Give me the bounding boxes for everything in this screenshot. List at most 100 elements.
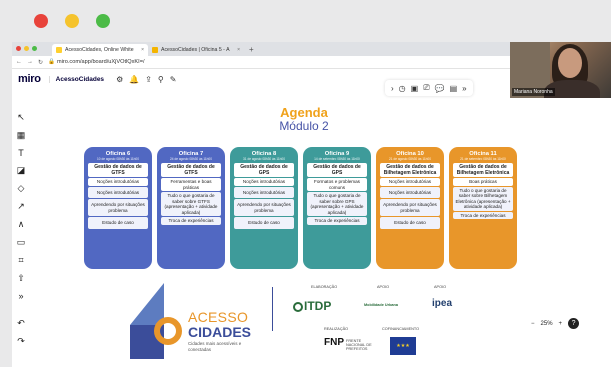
zoom-level[interactable]: 25% xyxy=(541,321,553,327)
card-item: Noções introdutórias xyxy=(380,178,440,186)
module-subtitle: Módulo 2 xyxy=(279,119,329,133)
settings-icon[interactable]: ⚙ xyxy=(116,75,123,84)
redo-icon[interactable]: ↷ xyxy=(17,336,25,347)
present-icon[interactable]: ⎚ xyxy=(423,83,429,93)
reload-icon[interactable]: ↻ xyxy=(38,59,43,66)
upload-icon[interactable]: ⇧ xyxy=(17,273,25,284)
card-topic: Gestão de dados de GPS xyxy=(307,163,367,177)
template-icon[interactable]: ▦ xyxy=(17,130,26,141)
minimize-window-button[interactable] xyxy=(65,14,79,28)
undo-icon[interactable]: ↶ xyxy=(17,318,25,329)
label-elaboracao: ELABORAÇÃO xyxy=(311,285,338,289)
browser-minimize-dot[interactable] xyxy=(24,46,29,51)
tab-oficina-5[interactable]: AcessoCidades | Oficina 5 - A × xyxy=(148,44,244,56)
agenda-card[interactable]: Oficina 11 21 de setembro 08h30 às 11h00 G… xyxy=(449,147,517,269)
card-item: Troca de experiências xyxy=(453,211,513,219)
card-item: Noções introdutórias xyxy=(88,186,148,198)
card-topic: Gestão de dados de GPS xyxy=(234,163,294,177)
card-topic: Gestão de dados de Bilhetagem Eletrônica xyxy=(453,163,513,177)
close-window-button[interactable] xyxy=(34,14,48,28)
card-date: 21 de setembro 08h30 às 11h00 xyxy=(460,157,506,161)
search-icon[interactable]: ⚲ xyxy=(158,75,164,84)
card-date: 10 de agosto 08h30 às 11h00 xyxy=(97,157,139,161)
acessocidades-logo: ACESSO CIDADES Cidades mais acessíveis e… xyxy=(128,283,263,361)
left-toolbar: ↖ ▦ T ◪ ◇ ↗ ∧ ▭ ⌗ ⇧ » ↶ ↷ xyxy=(14,112,28,347)
logo-divider xyxy=(272,287,273,331)
card-date: 21 de agosto 08h30 às 11h00 xyxy=(389,157,431,161)
select-cursor-icon[interactable]: ↖ xyxy=(17,112,25,123)
comment-icon[interactable]: 💬 xyxy=(435,84,445,93)
agenda-card[interactable]: Oficina 8 31 de agosto 08h30 às 11h00 Gest… xyxy=(230,147,298,269)
fnp-subtitle: FRENTE NACIONAL DE PREFEITOS xyxy=(346,339,372,351)
card-item: Estudo de caso xyxy=(380,217,440,229)
label-apoio-1: APOIO xyxy=(377,285,390,289)
notes-icon[interactable]: ▤ xyxy=(450,84,458,93)
card-date: 24 de agosto 08h30 às 11h00 xyxy=(170,157,212,161)
text-tool-icon[interactable]: T xyxy=(18,148,24,158)
card-item: Troca de experiências xyxy=(307,217,367,225)
zoom-out-button[interactable]: − xyxy=(531,321,535,327)
browser-maximize-dot[interactable] xyxy=(32,46,37,51)
eu-flag-icon: ★★★ xyxy=(390,337,416,355)
agenda-card[interactable]: Oficina 10 21 de agosto 08h30 às 11h00 Ges… xyxy=(376,147,444,269)
card-topic: Gestão de dados de GTFS xyxy=(88,163,148,177)
agenda-title: Agenda xyxy=(280,105,328,120)
new-tab-button[interactable]: + xyxy=(244,44,259,56)
board-frame-icon[interactable]: ▣ xyxy=(411,84,419,93)
agenda-card[interactable]: Oficina 6 10 de agosto 08h30 às 11h00 Gest… xyxy=(84,147,152,269)
browser-close-dot[interactable] xyxy=(16,46,21,51)
lock-icon: 🔒 xyxy=(48,59,55,65)
back-arrow-icon[interactable]: ← xyxy=(16,59,22,65)
miro-logo[interactable]: miro xyxy=(18,73,41,85)
share-upload-icon[interactable]: ⇪ xyxy=(145,75,152,84)
more-tools-icon[interactable]: » xyxy=(18,291,23,301)
tab-close-icon[interactable]: × xyxy=(237,47,240,53)
sticky-note-icon[interactable]: ◪ xyxy=(17,165,26,176)
card-item: Tudo o que gostaria de saber sobre GTFS … xyxy=(161,192,221,216)
card-topic: Gestão de dados de GTFS xyxy=(161,163,221,177)
card-item: Ferramentas e boas práticas xyxy=(161,178,221,191)
card-item: Noções introdutórias xyxy=(234,186,294,198)
pen-tool-icon[interactable]: ∧ xyxy=(18,219,25,230)
window-controls xyxy=(34,14,110,28)
url-field[interactable]: 🔒 miro.com/app/board/uXjVOtlQxKI=/ xyxy=(48,59,145,65)
board-name[interactable]: AcessoCidades xyxy=(48,75,104,83)
chevron-right-icon[interactable]: › xyxy=(391,84,394,93)
label-realizacao: REALIZAÇÃO xyxy=(324,327,349,331)
timer-icon[interactable]: ◷ xyxy=(399,84,406,93)
notification-bell-icon[interactable]: 🔔 xyxy=(129,75,139,84)
zoom-in-button[interactable]: + xyxy=(559,321,563,327)
card-item: Tudo o que gostaria de saber sobre Bilhe… xyxy=(453,186,513,211)
browser-window-controls xyxy=(16,46,37,51)
card-item: Estudo de caso xyxy=(234,217,294,229)
forward-arrow-icon[interactable]: → xyxy=(27,59,33,65)
tab-label: AcessoCidades | Oficina 5 - A xyxy=(161,47,230,53)
more-icon[interactable]: » xyxy=(462,84,466,93)
agenda-card[interactable]: Oficina 7 24 de agosto 08h30 às 11h00 Gest… xyxy=(157,147,225,269)
label-cofinanciamento: COFINANCIAMENTO xyxy=(382,327,420,331)
frame-tool-icon[interactable]: ⌗ xyxy=(18,255,23,266)
board-canvas[interactable]: Agenda Módulo 2 Oficina 6 10 de agosto 08… xyxy=(76,102,532,367)
comment-tool-icon[interactable]: ▭ xyxy=(17,237,26,248)
card-item: Tudo o que gostaria de saber sobre GPS (… xyxy=(307,192,367,216)
card-item: Noções introdutórias xyxy=(380,186,440,198)
card-item: Estudo de caso xyxy=(88,217,148,229)
mobilidade-logo: Mobilidade Urbana xyxy=(364,303,398,307)
help-icon[interactable]: ? xyxy=(568,318,580,329)
tab-acessocidades-board[interactable]: AcessoCidades, Online White × xyxy=(52,44,148,56)
shapes-icon[interactable]: ◇ xyxy=(18,183,25,194)
url-text: miro.com/app/board/uXjVOtlQxKI=/ xyxy=(57,59,145,65)
label-apoio-2: APOIO xyxy=(434,285,447,289)
magic-tool-icon[interactable]: ✎ xyxy=(170,75,177,84)
line-tool-icon[interactable]: ↗ xyxy=(17,201,25,212)
agenda-cards: Oficina 6 10 de agosto 08h30 às 11h00 Gest… xyxy=(84,147,517,269)
card-topic: Gestão de dados de Bilhetagem Eletrônica xyxy=(380,163,440,177)
tab-close-icon[interactable]: × xyxy=(141,47,144,53)
card-item: Noções introdutórias xyxy=(234,178,294,186)
itdp-logo: ITDP xyxy=(293,299,331,313)
participant-name: Mariana Noronha xyxy=(512,88,555,96)
window-frame: AcessoCidades, Online White × AcessoCida… xyxy=(0,0,611,367)
maximize-window-button[interactable] xyxy=(96,14,110,28)
agenda-card[interactable]: Oficina 9 14 de setembro 08h30 às 11h00 Ge… xyxy=(303,147,371,269)
browser-window: AcessoCidades, Online White × AcessoCida… xyxy=(12,42,611,367)
